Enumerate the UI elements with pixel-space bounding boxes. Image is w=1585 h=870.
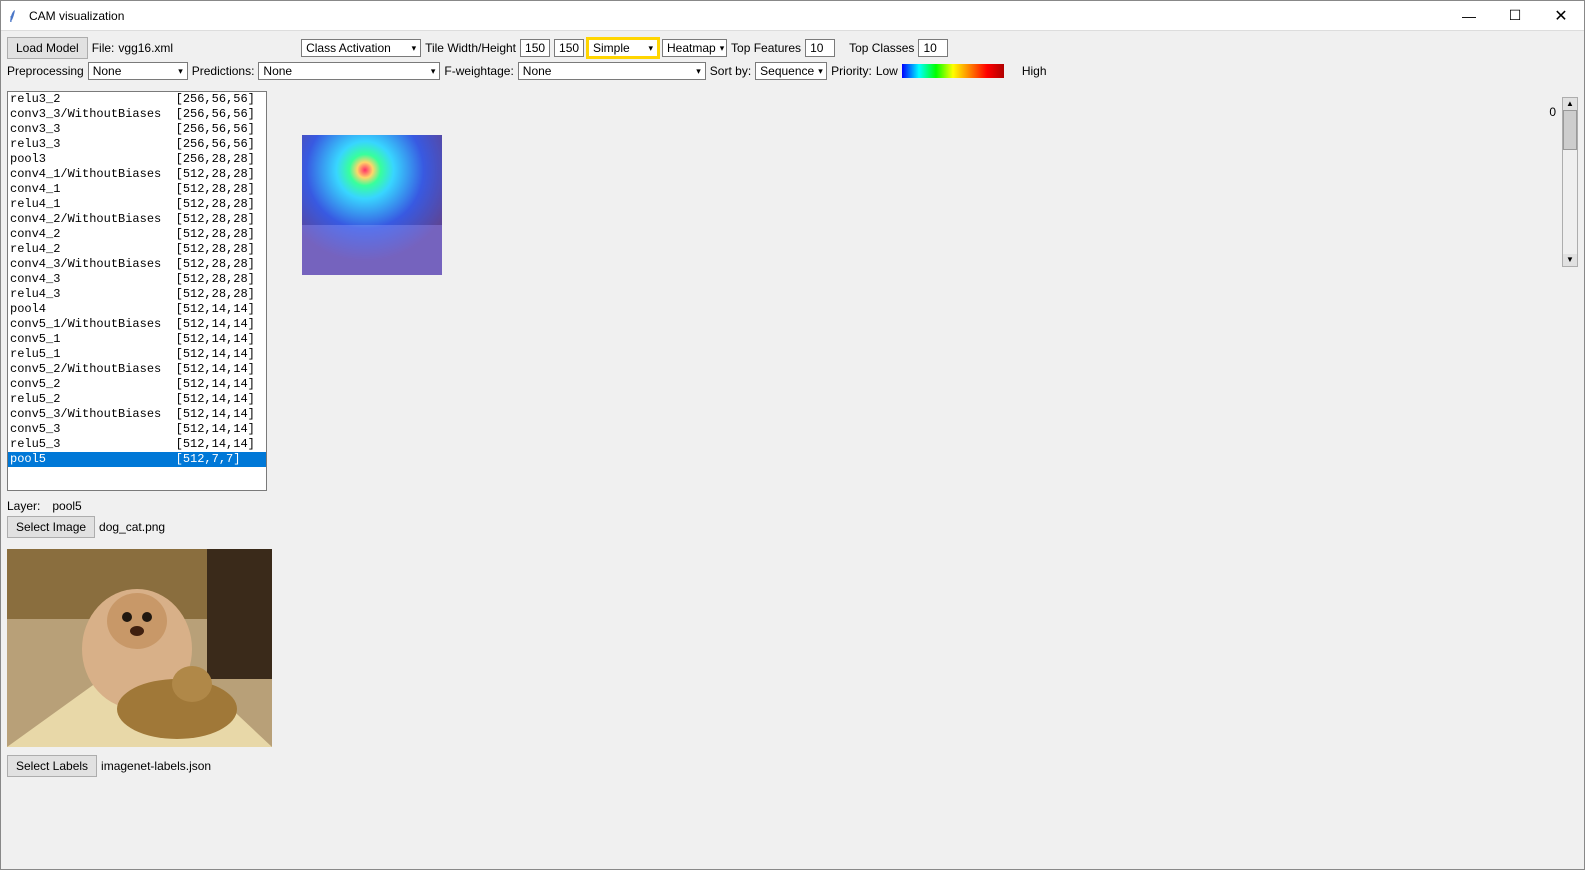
app-icon — [7, 8, 23, 24]
file-label: File: — [92, 41, 115, 55]
layer-item[interactable]: conv5_2 [512,14,14] — [8, 377, 266, 392]
layer-item[interactable]: pool5 [512,7,7] — [8, 452, 266, 467]
scroll-value: 0 — [1549, 105, 1556, 119]
window-title: CAM visualization — [29, 9, 1446, 23]
scroll-up-arrow[interactable]: ▲ — [1563, 98, 1577, 110]
mode-select[interactable]: Class Activation▾ — [301, 39, 421, 57]
image-file: dog_cat.png — [99, 520, 165, 534]
layer-item[interactable]: conv4_2 [512,28,28] — [8, 227, 266, 242]
top-features-input[interactable] — [805, 39, 835, 57]
fweight-select[interactable]: None▾ — [518, 62, 706, 80]
priority-gradient — [902, 64, 1004, 78]
layer-item[interactable]: relu5_3 [512,14,14] — [8, 437, 266, 452]
titlebar: CAM visualization — ☐ ✕ — [1, 1, 1584, 31]
layer-item[interactable]: conv5_3/WithoutBiases [512,14,14] — [8, 407, 266, 422]
tile-label: Tile Width/Height — [425, 41, 516, 55]
select-image-row: Select Image dog_cat.png — [7, 516, 272, 538]
toolbar-row-1: Load Model File: vgg16.xml Class Activat… — [7, 37, 1578, 59]
minimize-button[interactable]: — — [1446, 1, 1492, 31]
maximize-button[interactable]: ☐ — [1492, 1, 1538, 31]
layer-item[interactable]: relu4_1 [512,28,28] — [8, 197, 266, 212]
layer-item[interactable]: conv3_3 [256,56,56] — [8, 122, 266, 137]
layer-listbox[interactable]: relu3_2 [256,56,56]conv3_3/WithoutBiases… — [7, 91, 267, 491]
layer-item[interactable]: conv3_3/WithoutBiases [256,56,56] — [8, 107, 266, 122]
file-value: vgg16.xml — [118, 41, 173, 55]
select-image-button[interactable]: Select Image — [7, 516, 95, 538]
sortby-select[interactable]: Sequence▾ — [755, 62, 827, 80]
priority-high: High — [1022, 64, 1047, 78]
priority-label: Priority: — [831, 64, 872, 78]
layer-item[interactable]: conv4_1 [512,28,28] — [8, 182, 266, 197]
layer-item[interactable]: pool3 [256,28,28] — [8, 152, 266, 167]
layer-item[interactable]: relu4_2 [512,28,28] — [8, 242, 266, 257]
tile-width-input[interactable] — [520, 39, 550, 57]
close-button[interactable]: ✕ — [1538, 1, 1584, 31]
layer-label: Layer: — [7, 499, 40, 513]
layer-item[interactable]: conv5_3 [512,14,14] — [8, 422, 266, 437]
display-mode-select[interactable]: Simple▾ — [588, 39, 658, 57]
tile-height-input[interactable] — [554, 39, 584, 57]
preproc-label: Preprocessing — [7, 64, 84, 78]
toolbar-row-2: Preprocessing None▾ Predictions: None▾ F… — [7, 62, 1578, 80]
layer-item[interactable]: conv4_2/WithoutBiases [512,28,28] — [8, 212, 266, 227]
layer-item[interactable]: conv4_3/WithoutBiases [512,28,28] — [8, 257, 266, 272]
top-classes-input[interactable] — [918, 39, 948, 57]
layer-item[interactable]: relu4_3 [512,28,28] — [8, 287, 266, 302]
layer-item[interactable]: pool4 [512,14,14] — [8, 302, 266, 317]
heatmap-select[interactable]: Heatmap▾ — [662, 39, 727, 57]
top-classes-label: Top Classes — [849, 41, 914, 55]
layer-item[interactable]: relu5_2 [512,14,14] — [8, 392, 266, 407]
layer-item[interactable]: conv5_1 [512,14,14] — [8, 332, 266, 347]
layer-item[interactable]: conv4_3 [512,28,28] — [8, 272, 266, 287]
fweight-label: F-weightage: — [444, 64, 513, 78]
window-buttons: — ☐ ✕ — [1446, 1, 1584, 31]
scroll-thumb[interactable] — [1563, 110, 1577, 150]
layer-info-row: Layer: pool5 — [7, 499, 272, 513]
layer-item[interactable]: conv5_1/WithoutBiases [512,14,14] — [8, 317, 266, 332]
visualization-image — [302, 135, 442, 275]
right-panel: 0 ▲ ▼ — [272, 91, 1578, 275]
select-labels-row: Select Labels imagenet-labels.json — [7, 755, 272, 777]
predictions-label: Predictions: — [192, 64, 255, 78]
select-labels-button[interactable]: Select Labels — [7, 755, 97, 777]
preproc-select[interactable]: None▾ — [88, 62, 188, 80]
main-columns: relu3_2 [256,56,56]conv3_3/WithoutBiases… — [7, 91, 1578, 780]
layer-item[interactable]: conv4_1/WithoutBiases [512,28,28] — [8, 167, 266, 182]
load-model-button[interactable]: Load Model — [7, 37, 88, 59]
top-features-label: Top Features — [731, 41, 801, 55]
labels-file: imagenet-labels.json — [101, 759, 211, 773]
app-window: CAM visualization — ☐ ✕ Load Model File:… — [0, 0, 1585, 870]
scroll-down-arrow[interactable]: ▼ — [1563, 254, 1577, 266]
layer-item[interactable]: relu5_1 [512,14,14] — [8, 347, 266, 362]
layer-item[interactable]: relu3_2 [256,56,56] — [8, 92, 266, 107]
vertical-scrollbar[interactable]: ▲ ▼ — [1562, 97, 1578, 267]
priority-low: Low — [876, 64, 898, 78]
left-column: relu3_2 [256,56,56]conv3_3/WithoutBiases… — [7, 91, 272, 780]
source-image — [7, 549, 272, 747]
content-area: Load Model File: vgg16.xml Class Activat… — [1, 31, 1584, 786]
layer-value: pool5 — [52, 499, 81, 513]
layer-item[interactable]: relu3_3 [256,56,56] — [8, 137, 266, 152]
sortby-label: Sort by: — [710, 64, 751, 78]
layer-item[interactable]: conv5_2/WithoutBiases [512,14,14] — [8, 362, 266, 377]
predictions-select[interactable]: None▾ — [258, 62, 440, 80]
